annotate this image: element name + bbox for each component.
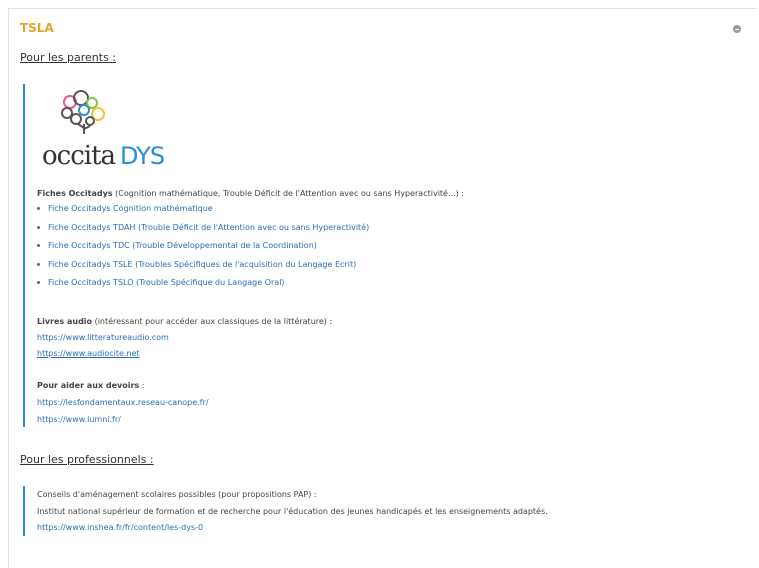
audio-link-audiocite[interactable]: https://www.audiocite.net: [37, 349, 140, 358]
panel-title: TSLA: [20, 21, 54, 35]
pros-heading: Pour les professionnels :: [20, 453, 154, 466]
list-item: Fiche Occitadys TDAH (Trouble Déficit de…: [37, 223, 369, 242]
list-item: Fiche Occitadys TSLE (Troubles Spécifiqu…: [37, 260, 369, 279]
fiche-link-tslo[interactable]: Fiche Occitadys TSLO (Trouble Spécifique…: [48, 278, 285, 287]
fiche-link-tsle[interactable]: Fiche Occitadys TSLE (Troubles Spécifiqu…: [48, 260, 356, 269]
svg-text:occita: occita: [42, 141, 116, 170]
audio-link-litteratureaudio[interactable]: https://www.litteratureaudio.com: [37, 333, 169, 342]
list-item: Fiche Occitadys TSLO (Trouble Spécifique…: [37, 278, 369, 297]
list-item: Fiche Occitadys TDC (Trouble Développeme…: [37, 241, 369, 260]
bullet-icon: [37, 207, 40, 210]
parents-quote-bar: [23, 84, 25, 427]
minus-circle-icon[interactable]: [733, 25, 741, 33]
fiches-intro: Fiches Occitadys (Cognition mathématique…: [37, 188, 557, 199]
pros-link-row: https://www.inshea.fr/fr/content/les-dys…: [37, 522, 203, 533]
fiche-link-cognition[interactable]: Fiche Occitadys Cognition mathématique: [48, 204, 213, 213]
bullet-icon: [37, 244, 40, 247]
devoirs-link-1-row: https://lesfondamentaux.reseau-canope.fr…: [37, 397, 209, 408]
devoirs-intro: Pour aider aux devoirs :: [37, 380, 144, 391]
devoirs-link-2-row: https://www.lumni.fr/: [37, 414, 121, 425]
devoirs-intro-bold: Pour aider aux devoirs: [37, 381, 140, 390]
audio-intro: Livres audio (intéressant pour accéder a…: [37, 316, 557, 327]
bullet-icon: [37, 281, 40, 284]
fiches-list: Fiche Occitadys Cognition mathématique F…: [37, 204, 369, 297]
pros-line-1: Conseils d'aménagement scolaires possibl…: [37, 490, 317, 499]
parents-heading: Pour les parents :: [20, 51, 117, 64]
fiches-intro-bold: Fiches Occitadys: [37, 189, 113, 198]
audio-link-1-row: https://www.litteratureaudio.com: [37, 332, 169, 343]
pros-line-2: Institut national supérieur de formation…: [37, 507, 548, 516]
devoirs-link-canope[interactable]: https://lesfondamentaux.reseau-canope.fr…: [37, 398, 209, 407]
pros-quote-bar: [23, 486, 25, 536]
audio-intro-rest: (intéressant pour accéder aux classiques…: [92, 317, 333, 326]
fiches-intro-rest: (Cognition mathématique, Trouble Déficit…: [112, 189, 464, 198]
devoirs-intro-rest: :: [139, 381, 145, 390]
pros-link-inshea[interactable]: https://www.inshea.fr/fr/content/les-dys…: [37, 523, 203, 532]
bullet-icon: [37, 225, 40, 229]
devoirs-link-lumni[interactable]: https://www.lumni.fr/: [37, 415, 121, 424]
svg-text:DYS: DYS: [120, 142, 164, 170]
fiche-link-tdah[interactable]: Fiche Occitadys TDAH (Trouble Déficit de…: [48, 223, 369, 232]
bullet-icon: [37, 262, 40, 266]
audio-intro-bold: Livres audio: [37, 317, 93, 326]
fiche-link-tdc[interactable]: Fiche Occitadys TDC (Trouble Développeme…: [48, 241, 317, 250]
occitadys-logo: occita DYS: [42, 90, 165, 170]
list-item: Fiche Occitadys Cognition mathématique: [37, 204, 369, 223]
audio-link-2-row: https://www.audiocite.net: [37, 348, 140, 359]
